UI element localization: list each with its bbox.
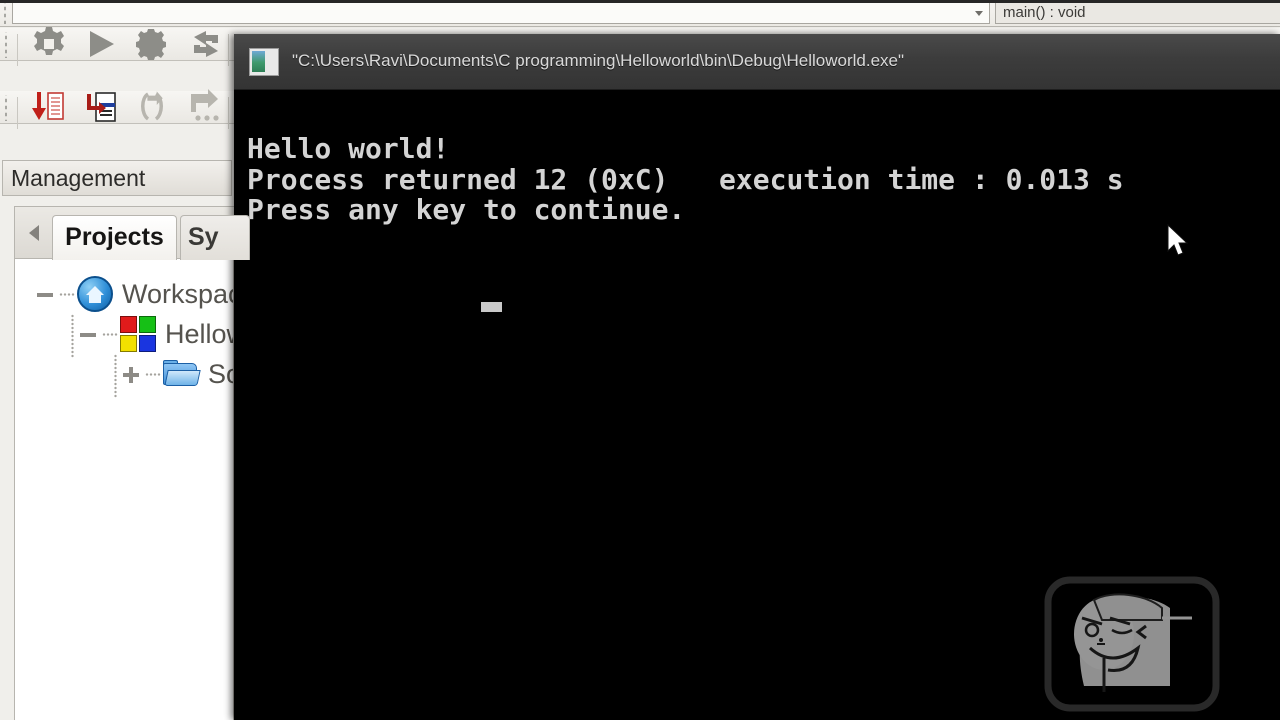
function-combo-value: main() : void	[1003, 4, 1086, 21]
tree-connector	[114, 354, 117, 398]
scope-combo[interactable]	[12, 2, 990, 24]
toolbar-grip-handle[interactable]	[2, 3, 9, 24]
cartoon-face-watermark	[1042, 574, 1227, 720]
build-button[interactable]	[28, 23, 70, 65]
management-panel: Projects Sy Workspace	[14, 206, 250, 720]
next-line-icon	[85, 92, 116, 122]
tab-projects-label: Projects	[65, 223, 164, 251]
minus-expander-icon[interactable]	[35, 284, 55, 304]
rebuild-arrows-icon	[194, 31, 218, 57]
management-title-text: Management	[11, 165, 146, 191]
mouse-pointer	[1166, 223, 1189, 258]
tab-symbols[interactable]: Sy	[180, 215, 250, 260]
step-out-icon	[141, 91, 163, 121]
screen: main() : void Management Projects Sy Wor…	[0, 0, 1280, 720]
build-and-run-button[interactable]	[133, 23, 175, 65]
step-into-button[interactable]	[26, 86, 68, 128]
console-output-area[interactable]: Hello world! Process returned 12 (0xC) e…	[234, 90, 1280, 720]
step-out-button[interactable]	[131, 86, 173, 128]
console-title-text: "C:\Users\Ravi\Documents\C programming\H…	[292, 51, 905, 70]
rebuild-button[interactable]	[185, 23, 227, 65]
tab-projects[interactable]: Projects	[52, 215, 177, 260]
tab-symbols-label: Sy	[188, 223, 219, 251]
console-caret	[481, 302, 502, 312]
compiler-toolbar-grip[interactable]	[3, 32, 10, 58]
tree-connector	[71, 314, 74, 358]
console-window[interactable]: "C:\Users\Ravi\Documents\C programming\H…	[234, 34, 1280, 720]
tree-dots	[145, 372, 161, 376]
tree-item-workspace[interactable]: Workspace	[35, 274, 233, 314]
management-panel-title: Management	[2, 160, 232, 196]
project-icon	[120, 316, 156, 352]
tree-item-helloworld[interactable]: Hellow	[78, 314, 233, 354]
step-into-icon	[32, 92, 64, 120]
run-button[interactable]	[80, 23, 122, 65]
folder-icon	[163, 360, 201, 388]
next-line-button[interactable]	[79, 86, 121, 128]
tree-item-helloworld-label: Hellow	[165, 318, 233, 349]
run-to-cursor-icon	[191, 89, 219, 121]
screen-top-edge	[0, 0, 1280, 3]
tree-item-sources[interactable]: So	[121, 354, 233, 394]
console-window-icon	[249, 48, 279, 76]
tab-scroll-left-icon[interactable]	[20, 212, 48, 254]
console-output-text: Hello world! Process returned 12 (0xC) e…	[247, 132, 1124, 226]
chevron-down-icon	[975, 11, 983, 16]
gear-icon	[34, 27, 64, 55]
play-icon	[90, 31, 114, 57]
minus-expander-icon[interactable]	[78, 324, 98, 344]
console-titlebar[interactable]: "C:\Users\Ravi\Documents\C programming\H…	[234, 34, 1280, 90]
function-combo[interactable]: main() : void	[995, 2, 1280, 24]
tree-dots	[59, 292, 75, 296]
project-tree[interactable]: Workspace Hellow	[15, 260, 233, 720]
plus-expander-icon[interactable]	[121, 364, 141, 384]
tree-item-workspace-label: Workspace	[122, 278, 233, 309]
gear-play-icon	[136, 29, 166, 60]
home-icon	[77, 276, 113, 312]
run-to-cursor-button[interactable]	[184, 86, 226, 128]
management-tabstrip: Projects Sy	[15, 207, 250, 260]
tree-item-sources-label: So	[208, 358, 233, 389]
debug-toolbar-grip[interactable]	[3, 95, 10, 121]
tree-dots	[102, 332, 118, 336]
